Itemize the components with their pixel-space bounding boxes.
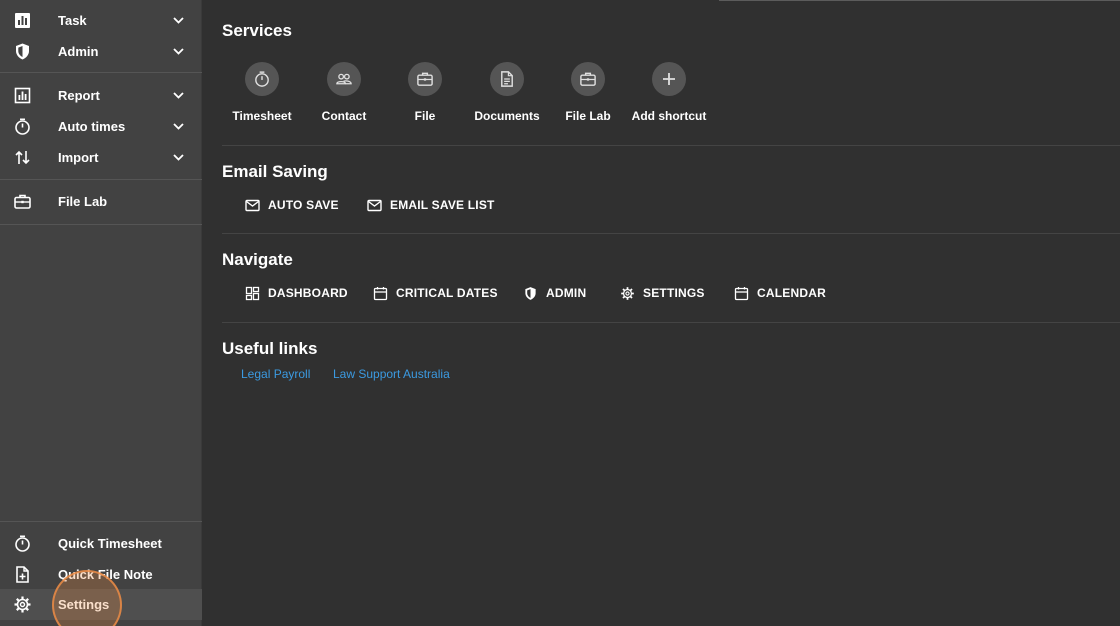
chevron-down-icon	[172, 89, 185, 102]
sidebar-item-label: Settings	[58, 597, 110, 612]
shortcut-label: File Lab	[565, 109, 611, 123]
dashboard-icon	[245, 286, 260, 301]
admin-button[interactable]: ADMIN	[523, 281, 586, 305]
button-label: ADMIN	[546, 286, 587, 300]
settings-button[interactable]: SETTINGS	[620, 281, 705, 305]
sidebar-item-import[interactable]: Import	[0, 142, 202, 173]
button-label: DASHBOARD	[268, 286, 348, 300]
stopwatch-icon	[245, 62, 279, 96]
button-label: CRITICAL DATES	[396, 286, 498, 300]
sidebar-divider	[0, 521, 202, 522]
shield-icon	[13, 42, 32, 61]
briefcase-icon	[571, 62, 605, 96]
briefcase-icon	[408, 62, 442, 96]
shortcut-timesheet[interactable]: Timesheet	[222, 62, 302, 126]
gear-icon	[13, 595, 32, 614]
chevron-down-icon	[172, 45, 185, 58]
dashboard-button[interactable]: DASHBOARD	[245, 281, 348, 305]
link-legal-payroll[interactable]: Legal Payroll	[241, 367, 310, 381]
shortcut-label: Documents	[474, 109, 540, 123]
shortcut-file[interactable]: File	[385, 62, 465, 126]
people-icon	[327, 62, 361, 96]
report-chart-icon	[13, 86, 32, 105]
button-label: AUTO SAVE	[268, 198, 339, 212]
section-divider	[222, 233, 1120, 234]
shortcut-file-lab[interactable]: File Lab	[548, 62, 628, 126]
button-label: CALENDAR	[757, 286, 826, 300]
section-divider	[222, 322, 1120, 323]
sidebar-item-label: Admin	[58, 44, 99, 59]
sidebar-item-quick-timesheet[interactable]: Quick Timesheet	[0, 528, 202, 559]
sidebar-item-label: Report	[58, 88, 100, 103]
sidebar-item-task[interactable]: Task	[0, 5, 202, 36]
sidebar-item-label: Task	[58, 13, 87, 28]
stopwatch-icon	[13, 534, 32, 553]
stopwatch-icon	[13, 117, 32, 136]
email-saving-title: Email Saving	[222, 162, 328, 181]
sidebar-divider	[0, 72, 202, 73]
shortcut-label: File	[414, 109, 436, 123]
shield-icon	[523, 286, 538, 301]
shortcut-add[interactable]: Add shortcut	[629, 62, 709, 126]
file-add-icon	[13, 565, 32, 584]
button-label: EMAIL SAVE LIST	[390, 198, 495, 212]
link-law-support-australia[interactable]: Law Support Australia	[333, 367, 450, 381]
calendar-button[interactable]: CALENDAR	[734, 281, 826, 305]
shortcut-label: Timesheet	[232, 109, 292, 123]
button-label: SETTINGS	[643, 286, 705, 300]
critical-dates-button[interactable]: CRITICAL DATES	[373, 281, 498, 305]
shortcut-documents[interactable]: Documents	[467, 62, 547, 126]
section-divider	[222, 145, 1120, 146]
sidebar-divider	[0, 179, 202, 180]
chevron-down-icon	[172, 14, 185, 27]
email-save-list-button[interactable]: EMAIL SAVE LIST	[367, 193, 495, 217]
mail-icon	[245, 198, 260, 213]
sidebar-item-label: File Lab	[58, 194, 108, 209]
sidebar-item-admin[interactable]: Admin	[0, 36, 202, 67]
main-content: Services Timesheet Contact File Document…	[202, 0, 1120, 626]
top-progress-line	[719, 0, 1120, 1]
navigate-title: Navigate	[222, 250, 293, 269]
mail-icon	[367, 198, 382, 213]
briefcase-icon	[13, 192, 32, 211]
document-icon	[490, 62, 524, 96]
chevron-down-icon	[172, 120, 185, 133]
shortcut-contact[interactable]: Contact	[304, 62, 384, 126]
sidebar-item-label: Quick Timesheet	[58, 536, 162, 551]
sidebar-item-settings[interactable]: Settings	[0, 589, 202, 620]
shortcut-label: Contact	[321, 109, 367, 123]
sidebar-item-label: Import	[58, 150, 99, 165]
calendar-icon	[373, 286, 388, 301]
calendar-icon	[734, 286, 749, 301]
services-title: Services	[222, 21, 292, 40]
gear-icon	[620, 286, 635, 301]
bar-chart-icon	[13, 11, 32, 30]
sidebar-item-label: Auto times	[58, 119, 126, 134]
chevron-down-icon	[172, 151, 185, 164]
auto-save-button[interactable]: AUTO SAVE	[245, 193, 339, 217]
sidebar-item-report[interactable]: Report	[0, 80, 202, 111]
sidebar-item-quick-file-note[interactable]: Quick File Note	[0, 559, 202, 590]
sidebar-divider	[0, 224, 202, 225]
sidebar-item-label: Quick File Note	[58, 567, 153, 582]
shortcut-label: Add shortcut	[631, 109, 707, 123]
useful-links-title: Useful links	[222, 339, 318, 358]
sidebar-item-auto-times[interactable]: Auto times	[0, 111, 202, 142]
import-arrows-icon	[13, 148, 32, 167]
sidebar: Task Admin Report Auto times Import File…	[0, 0, 202, 626]
sidebar-item-file-lab[interactable]: File Lab	[0, 186, 202, 217]
plus-icon	[652, 62, 686, 96]
